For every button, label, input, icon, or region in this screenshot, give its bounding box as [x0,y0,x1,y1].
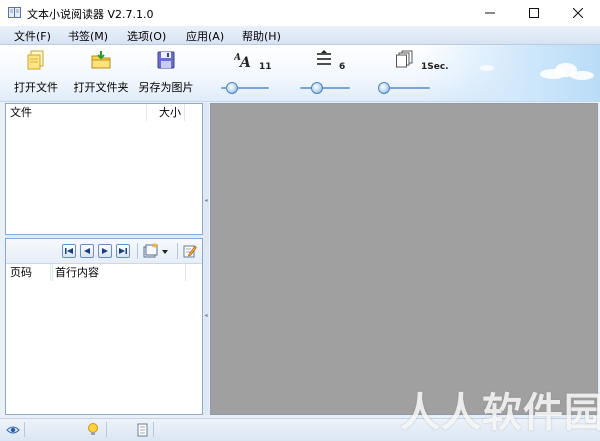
svg-text:A: A [238,55,251,68]
watermark-text: 人人软件园 [400,390,600,436]
open-folder-label: 打开文件夹 [73,81,129,94]
first-page-icon [65,248,73,254]
bookmark-dropdown-button[interactable] [142,243,170,259]
interval-slider[interactable] [378,81,430,95]
menu-bar: 文件(F) 书签(M) 选项(O) 应用(A) 帮助(H) [0,26,600,45]
open-folder-icon [91,51,111,69]
prev-page-icon [84,248,90,254]
page-nav-toolbar [6,239,202,264]
edit-note-icon [183,245,197,258]
vertical-splitter[interactable]: ◂ ◂ [203,103,209,415]
open-file-label: 打开文件 [14,81,58,94]
line-spacing-slider-thumb[interactable] [311,82,323,94]
first-page-button[interactable] [62,244,76,258]
last-page-button[interactable] [116,244,130,258]
font-size-value: 11 [259,62,272,72]
sky-decoration [420,45,600,101]
interval-setting: 1Sec. [396,50,449,80]
menu-apps[interactable]: 应用(A) [186,28,224,44]
minimize-icon [485,12,495,14]
window-title: 文本小说阅读器 V2.7.1.0 [27,8,154,21]
next-page-icon [102,248,108,254]
file-list[interactable]: 文件 大小 [5,103,203,235]
splitter-arrow-icon: ◂ [204,197,208,204]
font-size-icon: A A [234,53,251,68]
title-bar: 文本小说阅读器 V2.7.1.0 [0,0,600,26]
menu-help[interactable]: 帮助(H) [242,28,281,44]
open-file-button[interactable]: 打开文件 [12,49,60,95]
maximize-button[interactable] [512,0,556,26]
chevron-down-icon [162,250,168,254]
pages-icon [396,50,413,68]
app-window: 文本小说阅读器 V2.7.1.0 文件(F) 书签(M) 选项(O) 应用(A)… [0,0,600,441]
prev-page-button[interactable] [80,244,94,258]
nav-separator [137,243,138,259]
app-book-icon [8,7,21,18]
interval-value: 1Sec. [421,62,449,72]
reading-area[interactable] [210,103,598,415]
menu-bookmarks[interactable]: 书签(M) [68,28,108,44]
minimize-button[interactable] [468,0,512,26]
save-as-image-label: 另存为图片 [138,81,194,94]
size-column-header[interactable]: 大小 [147,104,185,121]
save-icon [157,51,175,69]
interval-slider-thumb[interactable] [378,82,390,94]
font-size-slider-thumb[interactable] [226,82,238,94]
file-column-header[interactable]: 文件 [10,104,147,121]
bookmark-add-icon [143,243,158,258]
save-as-image-button[interactable]: 另存为图片 [138,49,194,95]
eye-icon [6,426,20,434]
splitter-arrow-icon: ◂ [204,312,208,319]
maximize-icon [529,8,539,18]
close-icon [573,8,583,18]
menu-options[interactable]: 选项(O) [127,28,166,44]
close-button[interactable] [556,0,600,26]
font-size-slider[interactable] [221,81,269,95]
font-size-setting: A A 11 [234,50,274,80]
menu-file[interactable]: 文件(F) [14,28,51,44]
last-page-icon [119,248,127,254]
line-spacing-slider[interactable] [300,81,350,95]
toolbar: 打开文件 打开文件夹 另存为图片 A A 11 6 1Sec. [0,45,600,102]
edit-button[interactable] [183,244,197,258]
line-spacing-setting: 6 [314,50,354,80]
open-file-icon [27,50,44,70]
next-page-button[interactable] [98,244,112,258]
open-folder-button[interactable]: 打开文件夹 [72,49,130,95]
nav-separator-2 [177,243,178,259]
page-number-column-header[interactable]: 页码 [10,264,51,281]
line-spacing-icon [317,50,331,65]
first-line-column-header[interactable]: 首行内容 [52,264,186,281]
left-panel: 文件 大小 页码 首行内容 [5,103,203,415]
document-icon [137,423,148,437]
page-list-panel: 页码 首行内容 [5,238,203,415]
line-spacing-value: 6 [339,62,346,72]
lightbulb-icon [88,423,98,435]
